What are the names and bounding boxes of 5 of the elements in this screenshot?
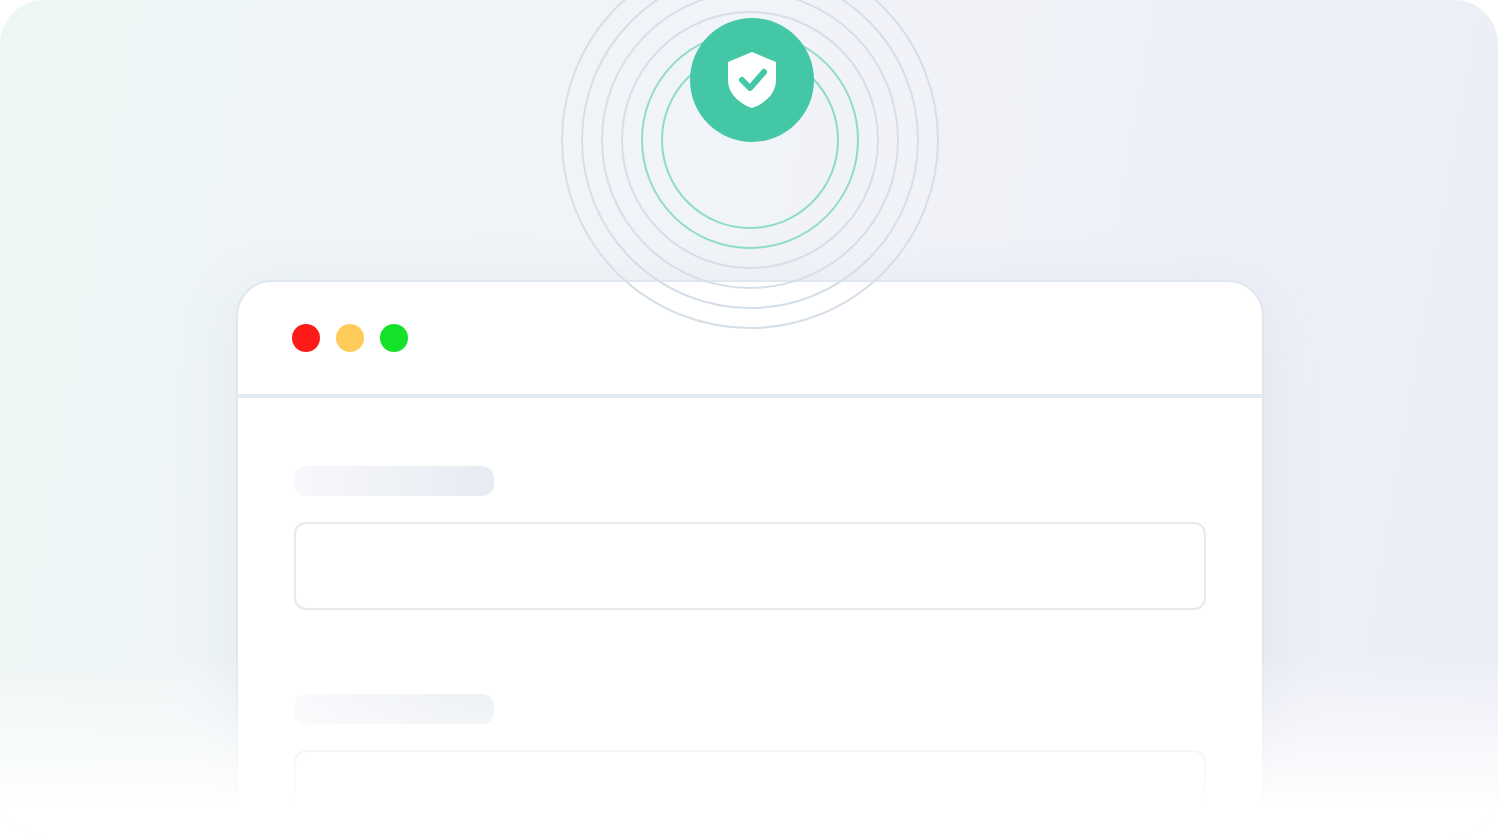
window-control-dot[interactable]	[291, 324, 319, 352]
input-field[interactable]	[293, 522, 1205, 610]
window-control-dot[interactable]	[379, 324, 407, 352]
shield-check-icon	[689, 18, 813, 142]
window-control-dot[interactable]	[335, 324, 363, 352]
